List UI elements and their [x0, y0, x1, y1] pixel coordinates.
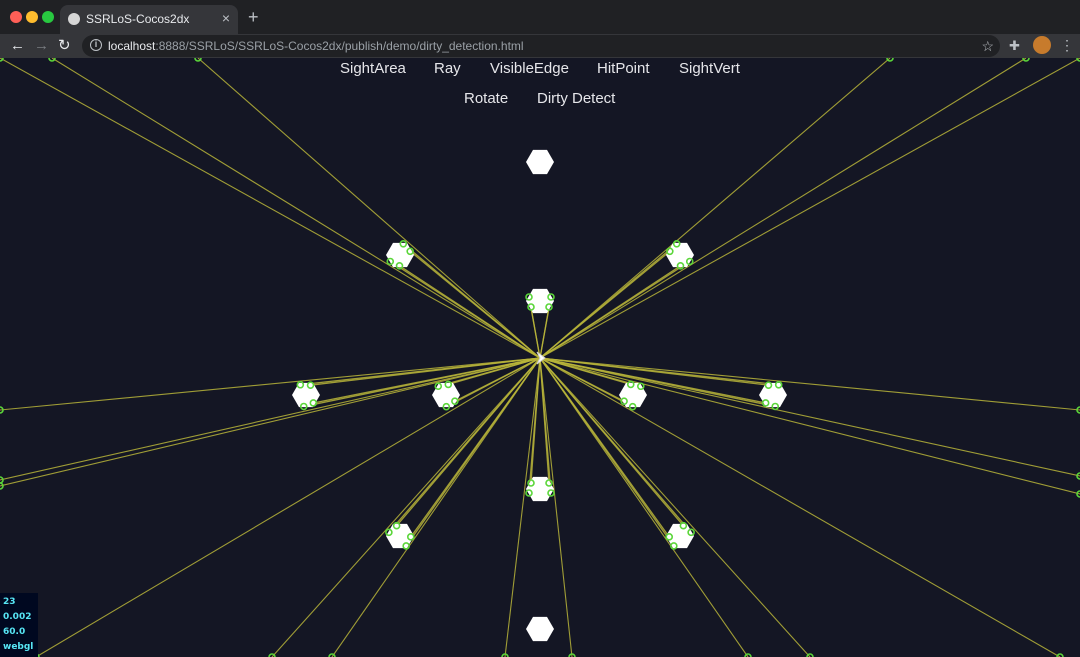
address-bar[interactable]: i localhost:8888/SSRLoS/SSRLoS-Cocos2dx/…	[82, 35, 1000, 57]
menu-item-sightvert[interactable]: SightVert	[679, 60, 740, 77]
bookmark-star-icon[interactable]: ☆	[981, 37, 994, 55]
browser-tab-strip: SSRLoS-Cocos2dx × +	[0, 0, 1080, 34]
game-canvas[interactable]	[0, 58, 1080, 657]
stat-fps: 60.0	[3, 627, 26, 637]
navigation-bar: ← → ↻ i localhost:8888/SSRLoS/SSRLoS-Coc…	[0, 34, 1080, 58]
menu-item-visibleedge[interactable]: VisibleEdge	[490, 60, 569, 77]
menu-item-dirty-detect[interactable]: Dirty Detect	[537, 90, 615, 107]
forward-button[interactable]: →	[34, 36, 49, 56]
reload-button[interactable]: ↻	[58, 36, 71, 56]
close-tab-button[interactable]: ×	[222, 10, 230, 26]
close-window-button[interactable]	[10, 11, 22, 23]
info-icon[interactable]: i	[90, 39, 102, 51]
back-button[interactable]: ←	[10, 36, 25, 56]
url-text[interactable]: localhost:8888/SSRLoS/SSRLoS-Cocos2dx/pu…	[108, 39, 524, 53]
stat-draw-calls: 23	[3, 597, 16, 607]
stat-frame-time: 0.002	[3, 612, 32, 622]
url-path: :8888/SSRLoS/SSRLoS-Cocos2dx/publish/dem…	[155, 39, 524, 53]
menu-item-sightarea[interactable]: SightArea	[340, 60, 406, 77]
favicon-icon	[68, 13, 80, 25]
profile-avatar[interactable]	[1033, 36, 1051, 54]
browser-tab[interactable]: SSRLoS-Cocos2dx ×	[60, 5, 238, 34]
tab-title: SSRLoS-Cocos2dx	[86, 12, 190, 26]
menu-icon[interactable]: ⋮	[1060, 36, 1074, 54]
new-tab-button[interactable]: +	[248, 7, 259, 27]
url-host: localhost	[108, 39, 156, 53]
stat-renderer: webgl	[3, 642, 34, 652]
menu-item-ray[interactable]: Ray	[434, 60, 461, 77]
maximize-window-button[interactable]	[42, 11, 54, 23]
stats-panel: 23 0.002 60.0 webgl	[0, 593, 38, 657]
extension-icon[interactable]: ✚	[1009, 37, 1020, 55]
minimize-window-button[interactable]	[26, 11, 38, 23]
menu-item-rotate[interactable]: Rotate	[464, 90, 508, 107]
menu-item-hitpoint[interactable]: HitPoint	[597, 60, 650, 77]
